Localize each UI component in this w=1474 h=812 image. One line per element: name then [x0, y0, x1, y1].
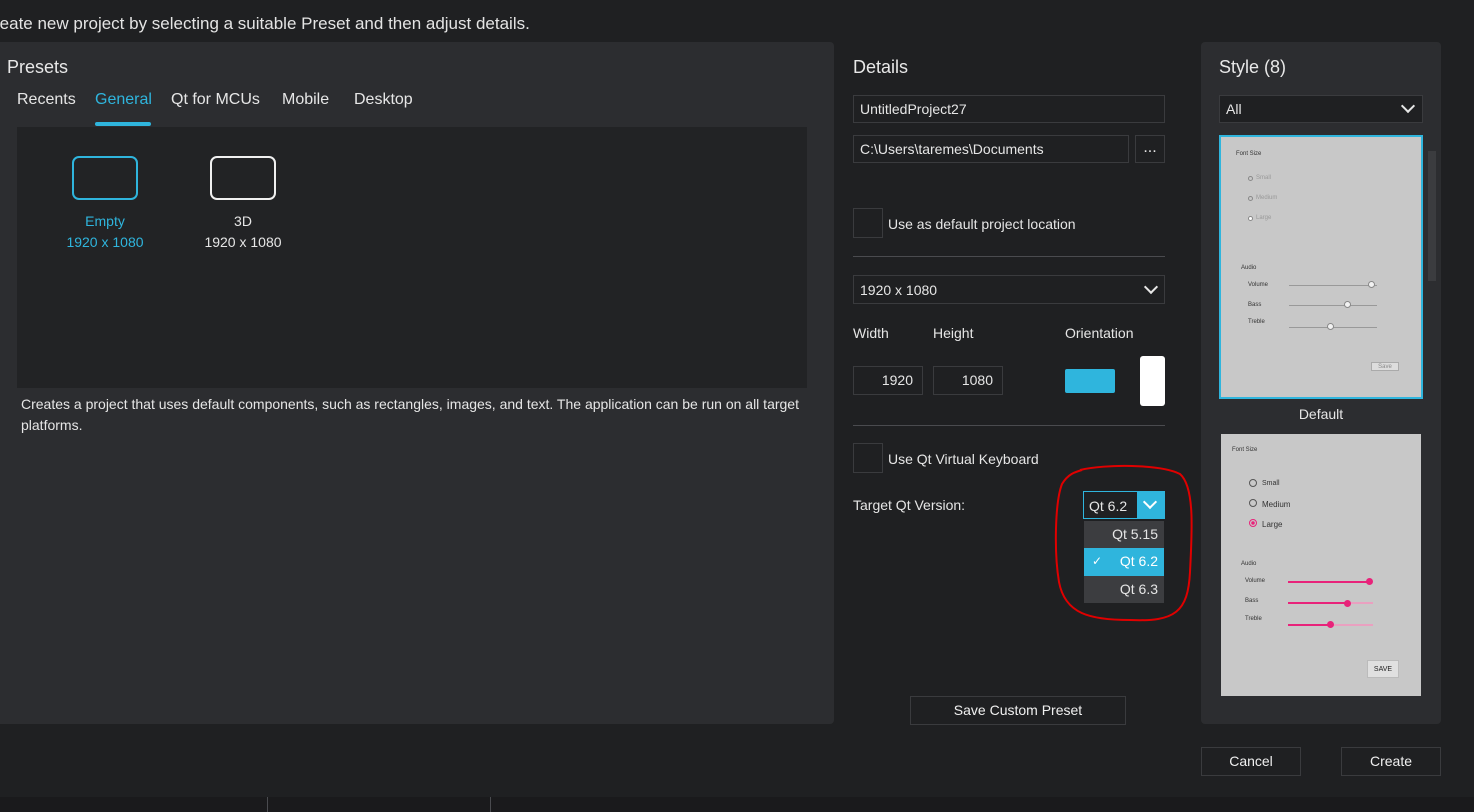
- browse-button[interactable]: ...: [1135, 135, 1165, 163]
- bottom-bar: [0, 797, 1474, 812]
- page-headline: reate new project by selecting a suitabl…: [0, 14, 530, 33]
- preview-slider: [1289, 305, 1377, 306]
- preview-slider-knob: [1344, 600, 1351, 607]
- details-divider-2: [853, 425, 1165, 426]
- save-custom-preset-button[interactable]: Save Custom Preset: [910, 696, 1126, 725]
- preset-3d-name: 3D: [234, 213, 252, 229]
- preset-3d-icon: [210, 156, 276, 200]
- details-divider-1: [853, 256, 1165, 257]
- preview-save-button: Save: [1371, 362, 1399, 371]
- virtual-keyboard-checkbox[interactable]: [853, 443, 883, 473]
- default-location-label: Use as default project location: [888, 216, 1076, 232]
- tab-general[interactable]: General: [95, 91, 152, 109]
- orientation-portrait-button[interactable]: [1140, 356, 1165, 406]
- style-item-default-label: Default: [1298, 406, 1344, 422]
- preset-item-empty[interactable]: Empty 1920 x 1080: [45, 155, 165, 255]
- preview-slider-knob: [1327, 621, 1334, 628]
- preview-audio: Audio: [1241, 265, 1257, 271]
- preview-slider: [1288, 602, 1373, 604]
- preview-save-button: SAVE: [1367, 660, 1399, 678]
- preview-radio-checked: [1248, 216, 1253, 221]
- width-input[interactable]: 1920: [853, 366, 923, 395]
- orientation-landscape-button[interactable]: [1065, 369, 1115, 393]
- preview-option-small: Small: [1256, 175, 1272, 181]
- project-name-input[interactable]: UntitledProject27: [853, 95, 1165, 123]
- preview-volume: Volume: [1248, 282, 1269, 288]
- cancel-button[interactable]: Cancel: [1201, 747, 1301, 776]
- style-scrollbar[interactable]: [1427, 135, 1437, 706]
- target-qt-label: Target Qt Version:: [853, 497, 966, 513]
- presets-title: Presets: [7, 57, 69, 77]
- tab-recents[interactable]: Recents: [17, 91, 76, 109]
- preview-radio-checked: [1249, 519, 1257, 527]
- preview-option-large: Large: [1262, 520, 1283, 529]
- preview-radio: [1248, 176, 1253, 181]
- preview-option-large: Large: [1256, 215, 1272, 221]
- chevron-down-icon: [1400, 98, 1416, 114]
- resolution-select[interactable]: 1920 x 1080: [853, 275, 1165, 304]
- bottom-bar-divider: [490, 797, 491, 812]
- preview-slider-knob: [1366, 578, 1373, 585]
- preview-radio: [1248, 196, 1253, 201]
- height-label: Height: [933, 325, 974, 341]
- preset-description-line-2: platforms.: [21, 417, 83, 433]
- resolution-value: 1920 x 1080: [860, 281, 938, 298]
- preview-slider: [1288, 581, 1370, 583]
- orientation-label: Orientation: [1065, 325, 1134, 341]
- preview-option-small: Small: [1262, 480, 1280, 487]
- preview-slider-knob: [1327, 323, 1334, 330]
- preview-slider-knob: [1368, 281, 1375, 288]
- preset-item-3d[interactable]: 3D 1920 x 1080: [183, 155, 303, 255]
- style-item-material[interactable]: Font Size Small Medium Large Audio Volum…: [1221, 434, 1421, 696]
- default-location-checkbox[interactable]: [853, 208, 883, 238]
- preset-empty-name: Empty: [85, 213, 125, 229]
- style-scrollbar-thumb[interactable]: [1428, 151, 1436, 281]
- preview-slider: [1289, 285, 1377, 286]
- preset-empty-icon: [72, 156, 138, 200]
- tab-qt-for-mcus[interactable]: Qt for MCUs: [171, 91, 260, 109]
- style-item-default[interactable]: Font Size Small Medium Large Audio Volum…: [1219, 135, 1423, 399]
- preview-font-size: Font Size: [1236, 151, 1262, 157]
- style-filter-value: All: [1226, 101, 1242, 117]
- preview-slider-knob: [1344, 301, 1351, 308]
- bottom-bar-divider: [267, 797, 268, 812]
- project-location-input[interactable]: C:\Users\taremes\Documents: [853, 135, 1129, 163]
- preview-treble: Treble: [1248, 319, 1265, 325]
- virtual-keyboard-label: Use Qt Virtual Keyboard: [888, 451, 1039, 467]
- preview-radio: [1249, 479, 1257, 487]
- style-title: Style (8): [1219, 57, 1287, 77]
- preview-audio: Audio: [1241, 561, 1257, 567]
- preset-empty-size: 1920 x 1080: [66, 234, 144, 250]
- annotation-circle: [1054, 464, 1193, 622]
- create-button[interactable]: Create: [1341, 747, 1441, 776]
- preview-font-size: Font Size: [1232, 447, 1258, 453]
- details-title: Details: [853, 57, 909, 77]
- preview-volume: Volume: [1245, 578, 1266, 584]
- chevron-down-icon: [1143, 279, 1159, 295]
- project-location-value: C:\Users\taremes\Documents: [860, 141, 1044, 157]
- preview-option-medium: Medium: [1262, 500, 1291, 509]
- preview-bass: Bass: [1245, 598, 1259, 604]
- preview-treble: Treble: [1245, 616, 1262, 622]
- preview-radio: [1249, 499, 1257, 507]
- preset-3d-size: 1920 x 1080: [204, 234, 282, 250]
- style-filter-select[interactable]: All: [1219, 95, 1423, 123]
- project-name-value: UntitledProject27: [860, 101, 967, 117]
- tab-mobile[interactable]: Mobile: [282, 91, 329, 109]
- tab-desktop[interactable]: Desktop: [354, 91, 413, 109]
- height-input[interactable]: 1080: [933, 366, 1003, 395]
- width-label: Width: [853, 325, 889, 341]
- preview-option-medium: Medium: [1256, 195, 1278, 201]
- tab-active-underline: [95, 122, 151, 126]
- preview-bass: Bass: [1248, 302, 1262, 308]
- preset-description-line-1: Creates a project that uses default comp…: [21, 396, 799, 412]
